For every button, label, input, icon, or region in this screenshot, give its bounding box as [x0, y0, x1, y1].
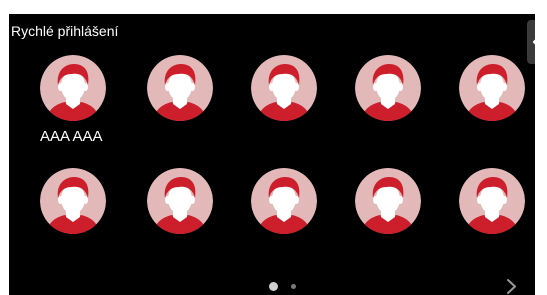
user-avatar-icon	[355, 168, 421, 234]
chevron-left-icon	[532, 39, 535, 45]
page-title: Rychlé přihlášení	[11, 23, 119, 39]
page-indicator-1[interactable]	[269, 282, 278, 291]
user-tile-9[interactable]	[355, 168, 421, 234]
user-tile-8[interactable]	[251, 168, 317, 234]
page-indicator-2[interactable]	[291, 284, 296, 289]
user-avatar-icon	[355, 55, 421, 121]
user-avatar-icon	[40, 168, 106, 234]
user-name-1: AAA AAA	[40, 128, 103, 145]
quick-login-screen: Rychlé přihlášení AAA AAA	[9, 14, 535, 295]
chevron-right-icon	[507, 279, 516, 294]
side-panel-toggle[interactable]	[527, 20, 535, 64]
user-tile-4[interactable]	[355, 55, 421, 121]
user-tile-1[interactable]	[40, 55, 106, 121]
user-avatar-icon	[459, 55, 525, 121]
user-tile-3[interactable]	[251, 55, 317, 121]
user-avatar-icon	[251, 168, 317, 234]
user-tile-2[interactable]	[147, 55, 213, 121]
user-avatar-icon	[459, 168, 525, 234]
user-tile-7[interactable]	[147, 168, 213, 234]
user-avatar-icon	[147, 55, 213, 121]
user-avatar-icon	[147, 168, 213, 234]
user-avatar-icon	[40, 55, 106, 121]
user-tile-6[interactable]	[40, 168, 106, 234]
next-page-button[interactable]	[505, 278, 519, 295]
user-tile-10[interactable]	[459, 168, 525, 234]
user-tile-5[interactable]	[459, 55, 525, 121]
user-avatar-icon	[251, 55, 317, 121]
